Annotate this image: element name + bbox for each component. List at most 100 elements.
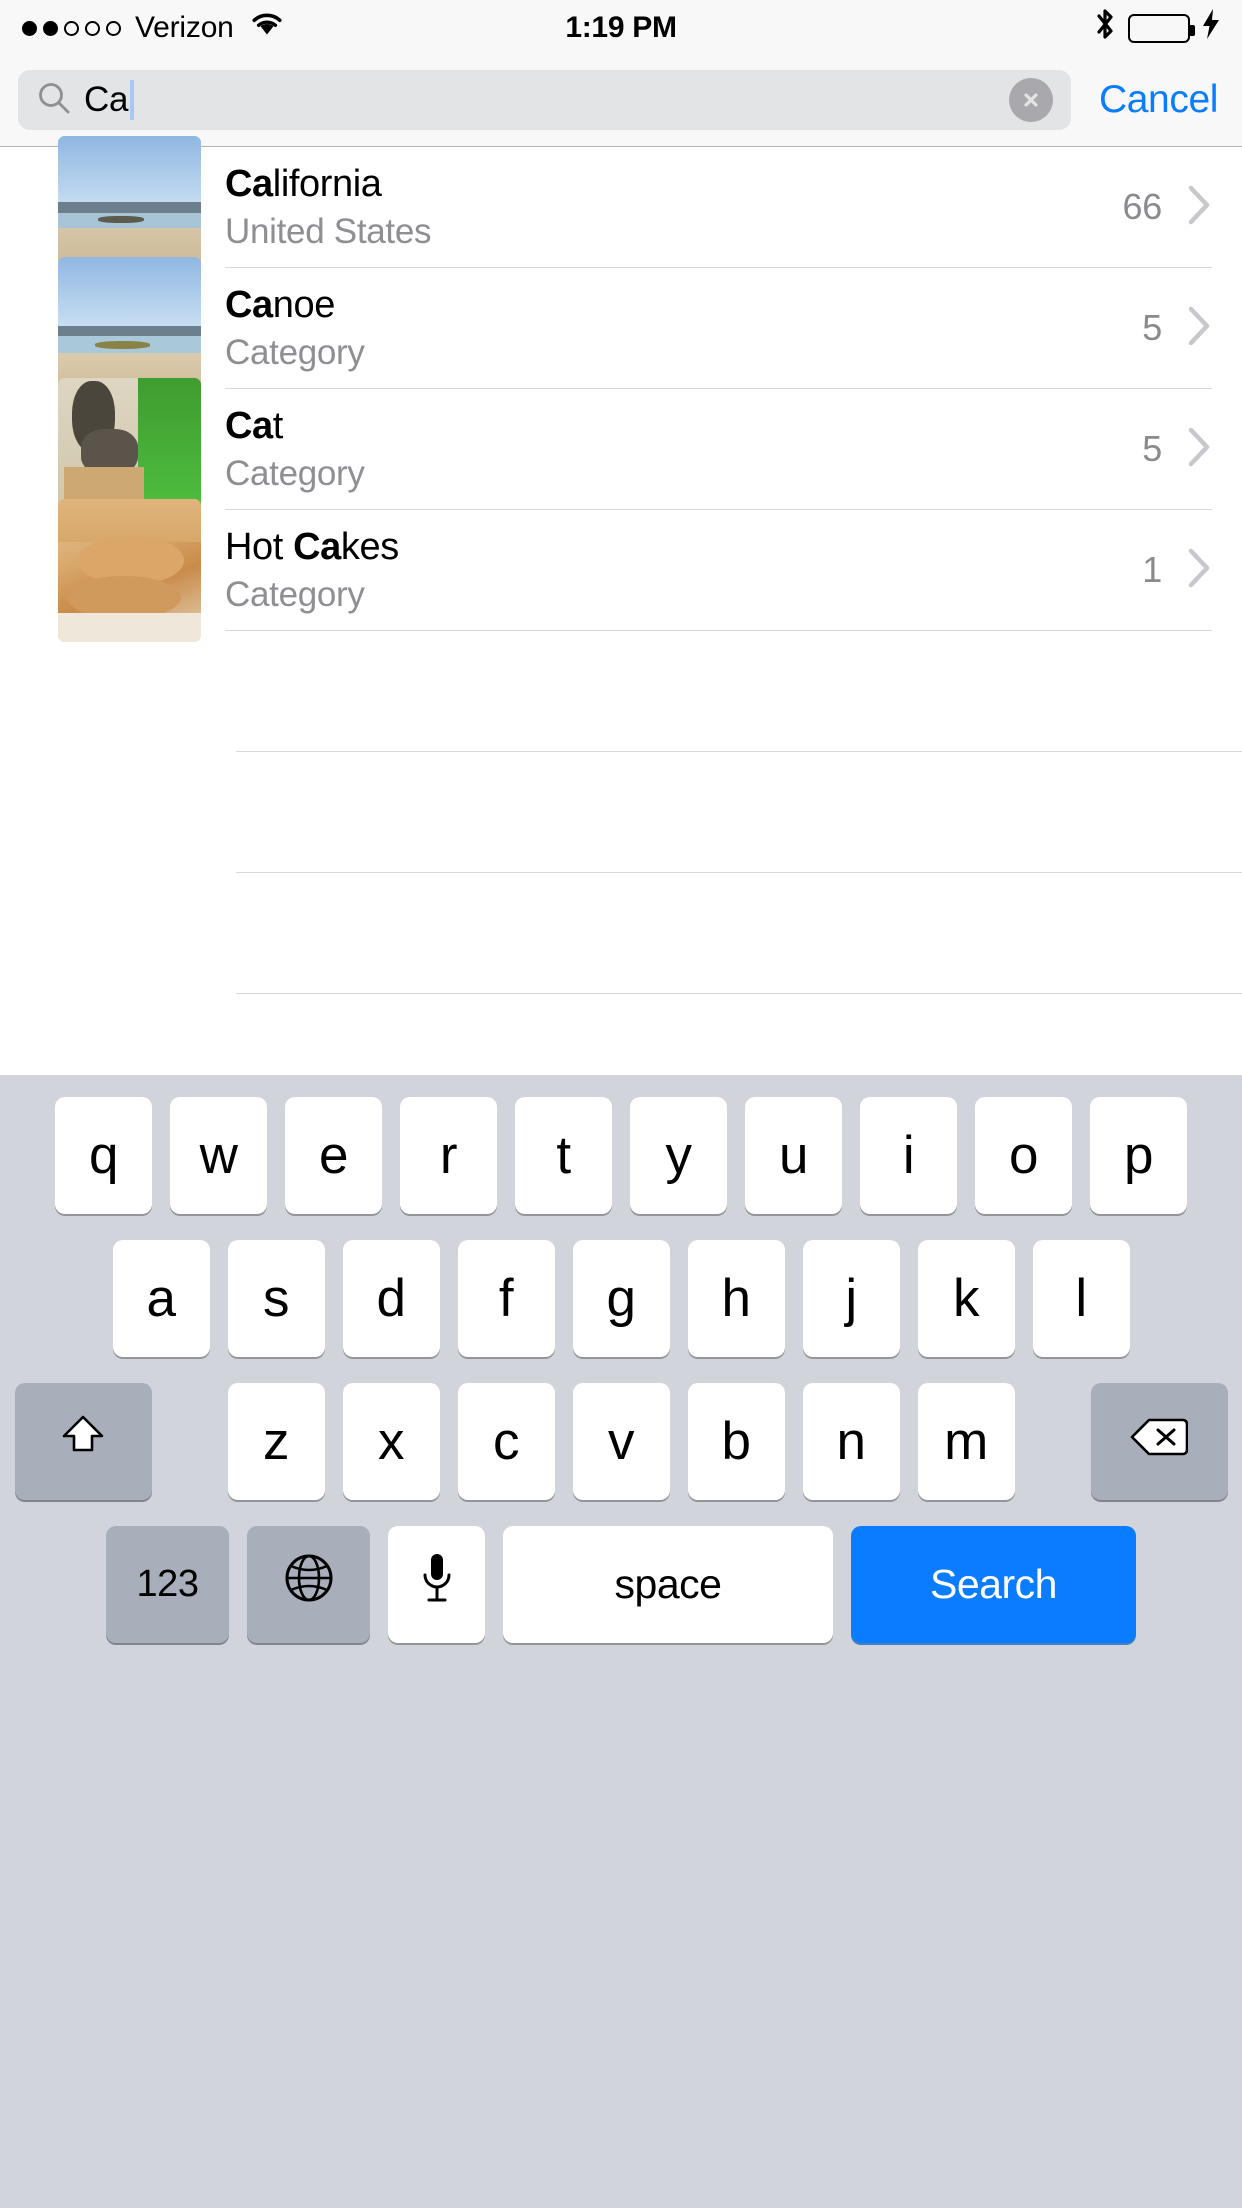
title-match-part: Ca xyxy=(225,162,273,205)
key-l[interactable]: l xyxy=(1032,1240,1130,1357)
list-item-accessory: 66 xyxy=(1108,147,1212,268)
signal-strength-dots xyxy=(22,20,121,36)
result-count: 1 xyxy=(1142,549,1162,590)
cancel-button[interactable]: Cancel xyxy=(1093,78,1224,122)
title-match-part: Ca xyxy=(293,525,341,568)
list-item-title: Hot Cakes xyxy=(225,525,1118,570)
list-item-text: California United States xyxy=(225,147,1109,268)
key-d[interactable]: d xyxy=(342,1240,440,1357)
key-c[interactable]: c xyxy=(457,1383,555,1500)
key-h[interactable]: h xyxy=(687,1240,785,1357)
microphone-icon xyxy=(420,1551,454,1618)
globe-key[interactable] xyxy=(247,1526,370,1643)
title-match-part: Ca xyxy=(225,404,273,447)
key-q[interactable]: q xyxy=(55,1097,152,1214)
list-item-title: California xyxy=(225,162,1099,207)
status-bar: Verizon 1:19 PM xyxy=(0,0,1242,56)
title-pre-part: Hot xyxy=(225,525,294,568)
list-item-text: Canoe Category xyxy=(225,268,1129,389)
key-z[interactable]: z xyxy=(227,1383,325,1500)
key-j[interactable]: j xyxy=(802,1240,900,1357)
list-item-accessory: 1 xyxy=(1128,510,1212,631)
lightning-bolt-icon xyxy=(1202,9,1220,47)
key-v[interactable]: v xyxy=(572,1383,670,1500)
onscreen-keyboard: q w e r t y u i o p a s d f g h j k l z … xyxy=(0,1075,1242,2208)
key-a[interactable]: a xyxy=(112,1240,210,1357)
search-bar: Ca Cancel xyxy=(0,56,1242,147)
list-item-text: Hot Cakes Category xyxy=(225,510,1129,631)
signal-dot xyxy=(85,20,100,36)
list-item-subtitle: Category xyxy=(225,333,365,373)
close-icon xyxy=(1024,93,1038,107)
list-item-accessory: 5 xyxy=(1128,389,1212,510)
key-p[interactable]: p xyxy=(1090,1097,1187,1214)
search-input[interactable]: Ca xyxy=(18,70,1071,130)
chevron-right-icon xyxy=(1186,425,1212,474)
list-item[interactable]: Hot Cakes Category 1 xyxy=(0,499,1242,642)
search-query-text: Ca xyxy=(84,80,135,120)
delete-key[interactable] xyxy=(1090,1383,1228,1500)
list-item-title: Canoe xyxy=(225,283,1118,328)
list-item-subtitle: Category xyxy=(225,454,365,494)
empty-row-separator xyxy=(236,873,1242,994)
key-w[interactable]: w xyxy=(170,1097,267,1214)
search-query-value: Ca xyxy=(84,80,129,119)
key-e[interactable]: e xyxy=(285,1097,382,1214)
globe-icon xyxy=(283,1552,335,1617)
numbers-key[interactable]: 123 xyxy=(106,1526,229,1643)
delete-backspace-icon xyxy=(1130,1411,1189,1472)
key-u[interactable]: u xyxy=(745,1097,842,1214)
shift-key[interactable] xyxy=(14,1383,152,1500)
keyboard-row-4: 123 space Search xyxy=(0,1526,1242,1643)
search-results-list: California United States 66 Canoe Catego… xyxy=(0,136,1242,1115)
key-g[interactable]: g xyxy=(572,1240,670,1357)
list-item-title: Cat xyxy=(225,404,1118,449)
dictation-key[interactable] xyxy=(388,1526,485,1643)
list-item[interactable]: Canoe Category 5 xyxy=(0,257,1242,400)
status-bar-right xyxy=(1094,7,1220,49)
status-bar-left: Verizon xyxy=(22,11,284,45)
signal-dot xyxy=(43,20,58,36)
title-rest-part: noe xyxy=(272,283,336,326)
space-key[interactable]: space xyxy=(503,1526,833,1643)
key-y[interactable]: y xyxy=(630,1097,727,1214)
title-rest-part: lifornia xyxy=(272,162,382,205)
key-k[interactable]: k xyxy=(917,1240,1015,1357)
empty-row-separator xyxy=(236,631,1242,752)
key-t[interactable]: t xyxy=(515,1097,612,1214)
list-item-subtitle: United States xyxy=(225,212,432,252)
keyboard-row-3: z x c v b n m xyxy=(0,1383,1242,1500)
phone-screen: Verizon 1:19 PM Ca Cancel California Uni… xyxy=(0,0,1242,2208)
signal-dot xyxy=(106,20,121,36)
key-x[interactable]: x xyxy=(342,1383,440,1500)
key-f[interactable]: f xyxy=(457,1240,555,1357)
shift-up-arrow-icon xyxy=(58,1410,108,1473)
key-n[interactable]: n xyxy=(802,1383,900,1500)
signal-dot xyxy=(22,20,37,36)
search-return-key[interactable]: Search xyxy=(851,1526,1136,1643)
carrier-label: Verizon xyxy=(135,11,234,44)
key-i[interactable]: i xyxy=(860,1097,957,1214)
list-item[interactable]: California United States 66 xyxy=(0,136,1242,279)
result-count: 5 xyxy=(1142,428,1162,469)
chevron-right-icon xyxy=(1186,183,1212,232)
key-o[interactable]: o xyxy=(975,1097,1072,1214)
list-item[interactable]: Cat Category 5 xyxy=(0,378,1242,521)
key-m[interactable]: m xyxy=(917,1383,1015,1500)
bluetooth-icon xyxy=(1094,7,1116,49)
keyboard-row-1: q w e r t y u i o p xyxy=(0,1097,1242,1214)
key-b[interactable]: b xyxy=(687,1383,785,1500)
chevron-right-icon xyxy=(1186,304,1212,353)
clear-search-button[interactable] xyxy=(1009,78,1053,122)
empty-row-separator xyxy=(236,752,1242,873)
list-item-accessory: 5 xyxy=(1128,268,1212,389)
search-icon xyxy=(36,80,72,121)
text-cursor xyxy=(130,80,135,120)
key-s[interactable]: s xyxy=(227,1240,325,1357)
signal-dot xyxy=(64,20,79,36)
title-rest-part: kes xyxy=(340,525,399,568)
wifi-icon xyxy=(250,11,284,45)
key-r[interactable]: r xyxy=(400,1097,497,1214)
title-match-part: Ca xyxy=(225,283,273,326)
result-thumbnail xyxy=(58,499,201,642)
